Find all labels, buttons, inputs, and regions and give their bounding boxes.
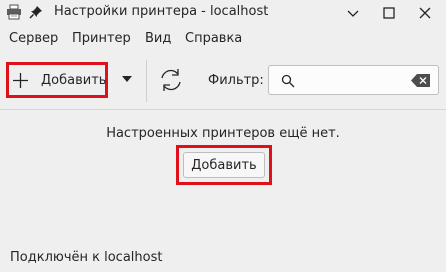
printer-icon[interactable] xyxy=(6,4,22,20)
filter-field[interactable] xyxy=(268,65,439,95)
refresh-icon[interactable] xyxy=(157,66,185,94)
title-bar: Настройки принтера - localhost xyxy=(0,0,446,26)
pin-icon[interactable] xyxy=(29,5,43,19)
plus-icon xyxy=(12,72,29,89)
toolbar: Добавить Фильтр: xyxy=(0,52,446,110)
menu-view[interactable]: Вид xyxy=(145,31,171,46)
status-text: Подключён к localhost xyxy=(10,250,163,265)
add-printer-highlight: Добавить xyxy=(176,145,272,185)
minimize-icon[interactable] xyxy=(343,3,363,23)
clear-text-icon[interactable] xyxy=(411,74,431,87)
add-printer-center-button[interactable]: Добавить xyxy=(183,152,265,178)
triangle-down-icon[interactable] xyxy=(120,73,134,83)
add-printer-label: Добавить xyxy=(41,73,107,88)
menu-bar: Сервер Принтер Вид Справка xyxy=(0,26,446,52)
search-icon xyxy=(281,74,295,88)
maximize-icon[interactable] xyxy=(379,3,399,23)
menu-help[interactable]: Справка xyxy=(185,31,242,46)
filter-label: Фильтр: xyxy=(208,73,264,88)
filter-input[interactable] xyxy=(299,70,409,90)
close-icon[interactable] xyxy=(415,3,435,23)
toolbar-separator xyxy=(146,60,147,102)
empty-message: Настроенных принтеров ещё нет. xyxy=(106,126,340,141)
window-title: Настройки принтера - localhost xyxy=(54,4,269,19)
add-printer-button[interactable]: Добавить xyxy=(6,62,108,98)
menu-printer[interactable]: Принтер xyxy=(72,31,131,46)
menu-server[interactable]: Сервер xyxy=(9,31,58,46)
